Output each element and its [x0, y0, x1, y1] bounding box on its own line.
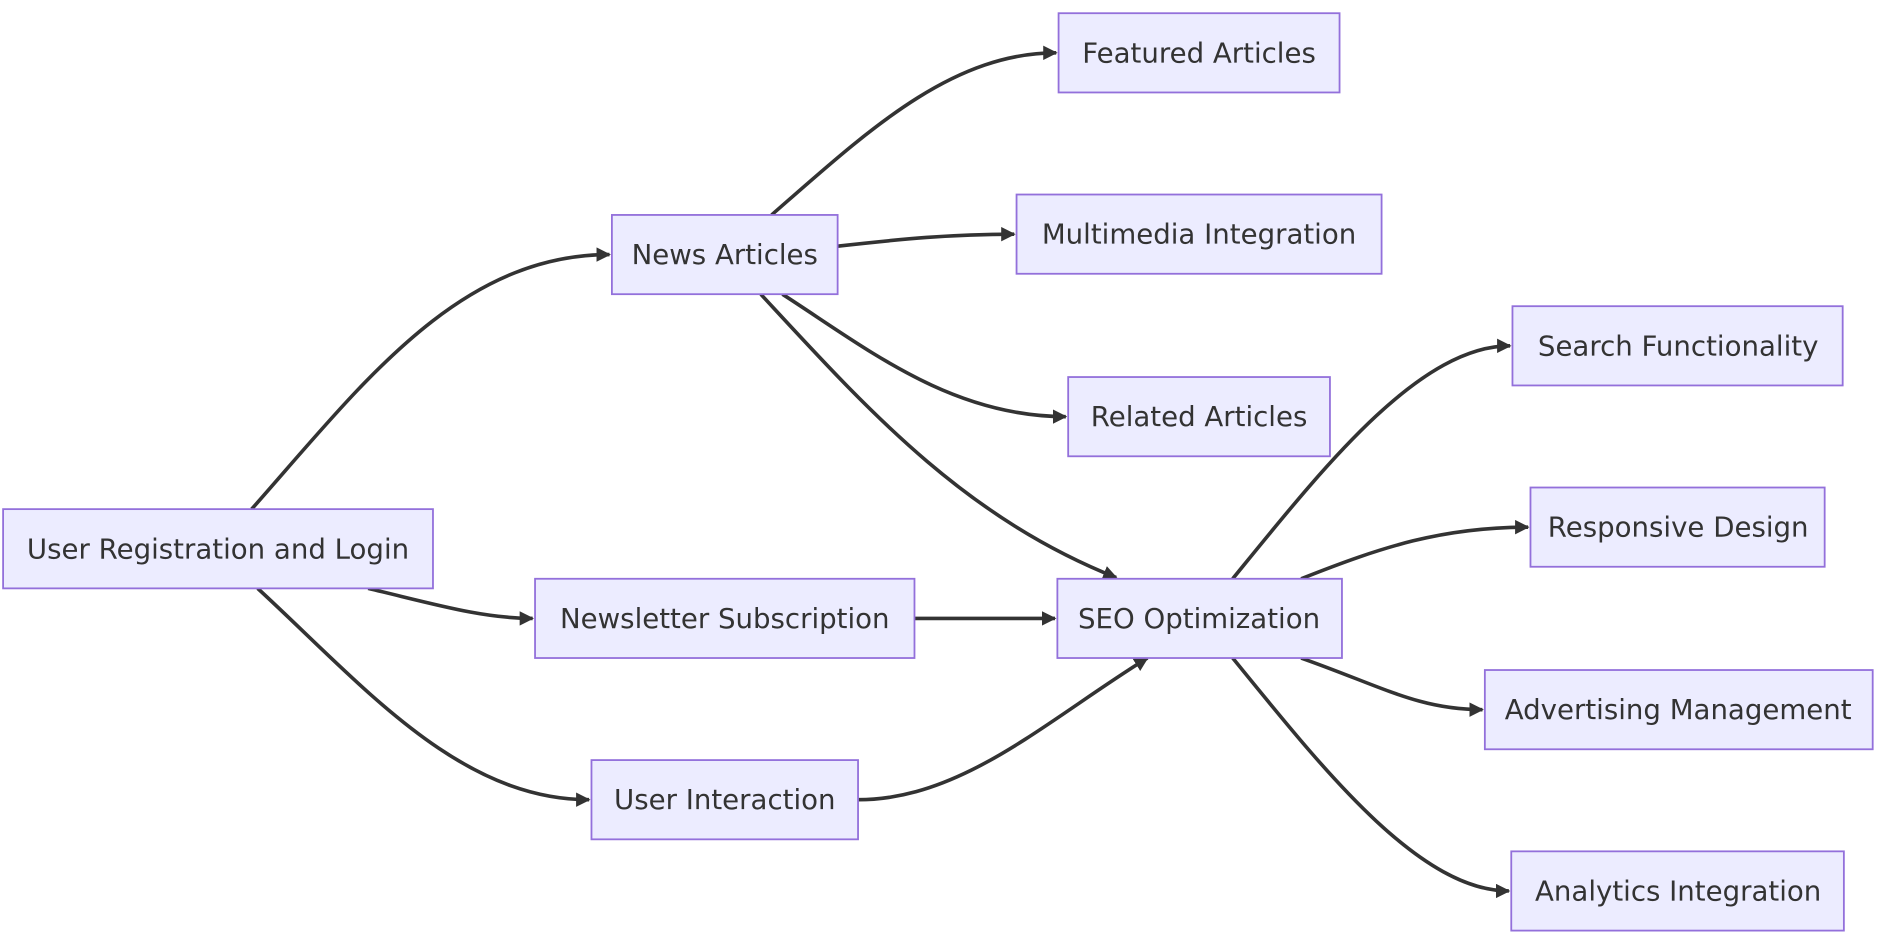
node-related-articles[interactable]: Related Articles — [1067, 376, 1331, 458]
edges — [250, 45, 1530, 899]
node-label: Advertising Management — [1505, 693, 1852, 726]
edge-news-to-featured — [770, 45, 1058, 217]
node-label: Multimedia Integration — [1042, 218, 1356, 251]
node-label: Related Articles — [1091, 400, 1308, 433]
edge-user-reg-to-news — [250, 247, 611, 511]
flowchart: User Registration and Login News Article… — [2, 12, 1874, 932]
edge-user-reg-to-newsletter — [367, 586, 535, 626]
node-newsletter-subscription[interactable]: Newsletter Subscription — [534, 577, 916, 659]
node-responsive-design[interactable]: Responsive Design — [1529, 486, 1826, 568]
node-user-registration[interactable]: User Registration and Login — [2, 508, 434, 590]
node-analytics-integration[interactable]: Analytics Integration — [1510, 850, 1845, 932]
node-label: Featured Articles — [1082, 36, 1316, 69]
node-label: News Articles — [632, 238, 818, 271]
node-label: Responsive Design — [1548, 511, 1809, 544]
node-label: User Registration and Login — [27, 532, 409, 565]
node-label: SEO Optimization — [1078, 602, 1320, 635]
edge-news-to-related — [781, 292, 1068, 424]
node-label: Newsletter Subscription — [560, 602, 890, 635]
edge-seo-to-responsive — [1300, 519, 1530, 581]
node-label: Search Functionality — [1538, 329, 1818, 362]
node-multimedia-integration[interactable]: Multimedia Integration — [1015, 193, 1383, 275]
node-news-articles[interactable]: News Articles — [610, 214, 839, 296]
edge-seo-to-analytics — [1231, 656, 1511, 899]
edge-news-to-seo — [759, 292, 1118, 580]
node-advertising-management[interactable]: Advertising Management — [1483, 669, 1874, 751]
node-user-interaction[interactable]: User Interaction — [590, 759, 859, 841]
edge-news-to-multimedia — [837, 226, 1016, 248]
node-featured-articles[interactable]: Featured Articles — [1057, 12, 1341, 94]
node-label: User Interaction — [614, 783, 835, 816]
node-label: Analytics Integration — [1535, 874, 1821, 907]
node-search-functionality[interactable]: Search Functionality — [1511, 305, 1844, 387]
node-seo-optimization[interactable]: SEO Optimization — [1056, 577, 1343, 659]
edge-interaction-to-seo — [858, 656, 1149, 802]
edge-seo-to-advertising — [1300, 656, 1484, 717]
